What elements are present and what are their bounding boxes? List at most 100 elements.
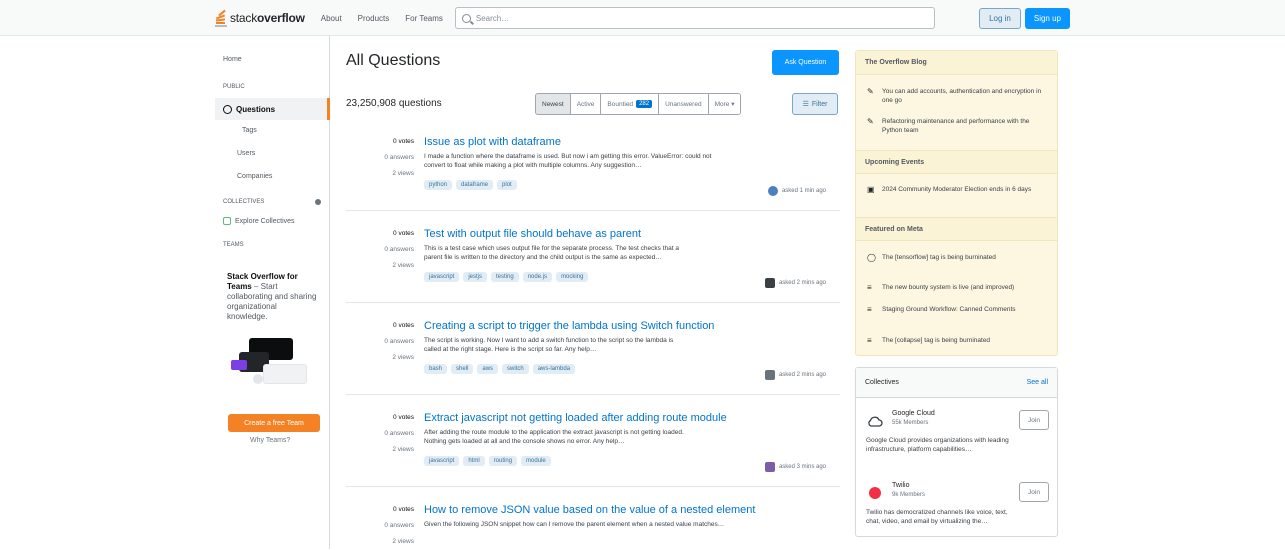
- question-title-link[interactable]: Test with output file should behave as p…: [424, 228, 641, 240]
- excerpt-line: Nothing gets loaded at all and the conso…: [424, 438, 625, 445]
- avatar[interactable]: [764, 462, 775, 472]
- cloud-icon[interactable]: [866, 412, 884, 430]
- create-team-button[interactable]: Create a free Team: [228, 414, 320, 432]
- tab-more[interactable]: More ▾: [708, 94, 741, 114]
- avatar[interactable]: [764, 370, 775, 380]
- question-excerpt: Given the following JSON snippet how can…: [424, 520, 824, 529]
- tab-bountied[interactable]: Bountied 282: [601, 94, 660, 114]
- meta-item[interactable]: ≡ The new bounty system is live (and imp…: [867, 283, 1047, 292]
- tag[interactable]: shell: [451, 364, 474, 374]
- question-user-card: asked 3 mins ago: [764, 462, 826, 472]
- page-title: All Questions: [346, 52, 441, 69]
- tag[interactable]: node.js: [522, 272, 553, 282]
- tab-newest[interactable]: Newest: [536, 94, 571, 114]
- asked-time: asked 2 mins ago: [778, 280, 826, 286]
- view-count: 2 views: [392, 262, 414, 269]
- meta-heading: Featured on Meta: [856, 217, 1057, 241]
- event-item[interactable]: ▣ 2024 Community Moderator Election ends…: [867, 185, 1047, 194]
- meta-item[interactable]: ≡ The [collapse] tag is being burninated: [867, 336, 1047, 345]
- search-input[interactable]: Search…: [454, 7, 935, 29]
- why-teams-link[interactable]: Why Teams?: [250, 437, 290, 444]
- join-button[interactable]: Join: [1019, 410, 1049, 430]
- question-count: 23,250,908 questions: [346, 98, 442, 109]
- tag[interactable]: routing: [488, 456, 518, 466]
- sidebar-widget-blog: The Overflow Blog ✎ You can add accounts…: [855, 50, 1058, 356]
- tag[interactable]: python: [424, 180, 453, 190]
- nav-about[interactable]: About: [313, 10, 350, 27]
- collective-name[interactable]: Google Cloud: [892, 410, 935, 417]
- tag[interactable]: javascript: [424, 456, 460, 466]
- login-button[interactable]: Log in: [979, 7, 1021, 29]
- collectives-heading: Collectives: [865, 379, 899, 386]
- description-line: Twilio has democratized channels like vo…: [866, 509, 1008, 516]
- question-tags: javascript jestjs testing node.js mockin…: [424, 272, 589, 282]
- join-button[interactable]: Join: [1019, 482, 1049, 502]
- tag[interactable]: testing: [491, 272, 519, 282]
- description-line: Google Cloud provides organizations with…: [866, 437, 1009, 444]
- sidebar-item-explore-collectives[interactable]: Explore Collectives: [223, 217, 295, 225]
- event-item-text: 2024 Community Moderator Election ends i…: [882, 186, 1032, 193]
- stackoverflow-logo[interactable]: stackoverflow: [215, 9, 305, 27]
- meta-item-text: The new bounty system is live (and impro…: [882, 284, 1015, 291]
- sidebar-item-users[interactable]: Users: [237, 150, 255, 157]
- question-tags: javascript html routing module: [424, 456, 551, 466]
- answer-count: 0 answers: [384, 522, 414, 529]
- collective-description: Google Cloud provides organizations with…: [866, 436, 1046, 454]
- sidebar-item-companies[interactable]: Companies: [237, 173, 272, 180]
- question-stats: 0 votes 0 answers 2 views: [358, 134, 414, 182]
- nav-for-teams[interactable]: For Teams: [397, 10, 451, 27]
- vote-count: 0 votes: [393, 414, 414, 421]
- tag[interactable]: jestjs: [463, 272, 488, 282]
- excerpt-line: convert to float while making a plot wit…: [424, 162, 642, 169]
- ask-question-button[interactable]: Ask Question: [772, 50, 839, 75]
- question-excerpt: I made a function where the dataframe is…: [424, 152, 824, 170]
- avatar[interactable]: [764, 278, 775, 288]
- sidebar-item-home[interactable]: Home: [223, 56, 242, 63]
- question-excerpt: The script is working. Now I want to add…: [424, 336, 824, 354]
- collective-members: 9k Members: [892, 492, 926, 498]
- question-title-link[interactable]: How to remove JSON value based on the va…: [424, 504, 755, 516]
- see-all-link[interactable]: See all: [1027, 379, 1048, 386]
- tag[interactable]: javascript: [424, 272, 460, 282]
- info-icon[interactable]: [315, 199, 321, 205]
- sidebar-item-tags[interactable]: Tags: [242, 127, 257, 134]
- tag[interactable]: dataframe: [456, 180, 494, 190]
- blog-item[interactable]: ✎ You can add accounts, authentication a…: [867, 87, 1047, 105]
- tab-unanswered[interactable]: Unanswered: [659, 94, 709, 114]
- tag[interactable]: aws: [477, 364, 499, 374]
- view-count: 2 views: [392, 538, 414, 545]
- avatar[interactable]: [767, 186, 778, 196]
- tab-active[interactable]: Active: [570, 94, 602, 114]
- tag[interactable]: html: [463, 456, 485, 466]
- twilio-icon[interactable]: [866, 484, 884, 502]
- tag[interactable]: plot: [497, 180, 517, 190]
- question-user-card: asked 1 min ago: [767, 186, 826, 196]
- tag[interactable]: switch: [502, 364, 529, 374]
- vote-count: 0 votes: [393, 138, 414, 145]
- tag[interactable]: mocking: [556, 272, 589, 282]
- collective-name[interactable]: Twilio: [892, 482, 910, 489]
- stack-icon: ≡: [867, 336, 872, 345]
- blog-item-text: You can add accounts, authentication and…: [882, 88, 1042, 104]
- blog-item[interactable]: ✎ Refactoring maintenance and performanc…: [867, 117, 1047, 135]
- events-heading: Upcoming Events: [856, 150, 1057, 174]
- question-title-link[interactable]: Extract javascript not getting loaded af…: [424, 412, 727, 424]
- question-title-link[interactable]: Issue as plot with dataframe: [424, 136, 561, 148]
- tag[interactable]: aws-lambda: [532, 364, 576, 374]
- pencil-icon: ✎: [867, 87, 874, 96]
- tag[interactable]: module: [521, 456, 551, 466]
- asked-time: asked 3 mins ago: [778, 464, 826, 470]
- nav-products[interactable]: Products: [350, 10, 398, 27]
- question-title-link[interactable]: Creating a script to trigger the lambda …: [424, 320, 714, 332]
- signup-button[interactable]: Sign up: [1024, 7, 1070, 29]
- answer-count: 0 answers: [384, 154, 414, 161]
- sidebar-widget-collectives: Collectives See all Google Cloud 55k Mem…: [855, 367, 1058, 537]
- tag[interactable]: bash: [424, 364, 448, 374]
- excerpt-line: parent file is written to the directory …: [424, 254, 662, 261]
- meta-item[interactable]: ◯ The [tensorflow] tag is being burninat…: [867, 253, 1047, 262]
- sidebar-section-teams: TEAMS: [223, 242, 244, 248]
- meta-item[interactable]: ≡ Staging Ground Workflow: Canned Commen…: [867, 305, 1047, 314]
- sidebar-item-questions[interactable]: Questions: [215, 98, 330, 120]
- filter-button[interactable]: ☰ Filter: [792, 93, 838, 115]
- question-user-card: asked 2 mins ago: [764, 370, 826, 380]
